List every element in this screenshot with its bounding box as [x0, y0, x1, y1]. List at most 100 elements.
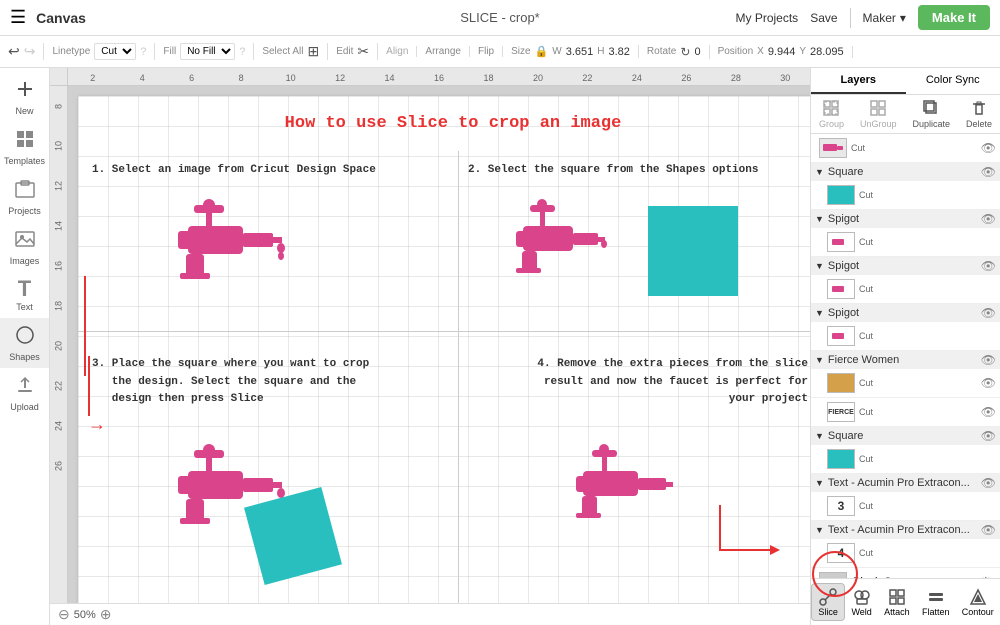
eye-icon[interactable]: 👁: [981, 476, 996, 490]
make-it-button[interactable]: Make It: [918, 5, 990, 30]
layer-thumb: [827, 279, 855, 299]
eye-icon[interactable]: 👁: [981, 523, 996, 537]
edit-button[interactable]: ✂: [357, 43, 369, 60]
attach-icon: [887, 587, 907, 607]
width-value[interactable]: 3.651: [566, 46, 594, 58]
faucet-4: [568, 436, 678, 551]
eye-icon[interactable]: 👁: [981, 376, 996, 390]
fill-info: ?: [239, 46, 245, 58]
text-icon: T: [18, 278, 31, 300]
layer-item-cut-top[interactable]: Cut 👁: [811, 134, 1000, 163]
eye-icon[interactable]: 👁: [981, 259, 996, 273]
layer-group-name: Text - Acumin Pro Extracon...: [828, 524, 981, 536]
layer-thumb: [827, 232, 855, 252]
eye-icon[interactable]: 👁: [981, 353, 996, 367]
layer-cut-label: Cut: [859, 548, 996, 558]
faucet-1: [158, 191, 288, 306]
sidebar-item-images[interactable]: Images: [0, 222, 49, 272]
contour-tool[interactable]: Contour: [956, 584, 1000, 620]
zoom-level[interactable]: 50%: [74, 609, 96, 621]
select-all-button[interactable]: ⊞: [307, 43, 319, 60]
layer-item-square2-cut[interactable]: Cut: [811, 445, 1000, 474]
layer-thumb: [827, 326, 855, 346]
layer-group-name: Fierce Women: [828, 354, 981, 366]
tab-layers[interactable]: Layers: [811, 68, 906, 94]
layer-group-spigot-2[interactable]: ▼ Spigot 👁: [811, 257, 1000, 275]
main-area: New Templates Projects Images T Text: [0, 68, 1000, 625]
layer-item-spigot1-cut[interactable]: Cut: [811, 228, 1000, 257]
layer-thumb: FIERCE: [827, 402, 855, 422]
sidebar-item-new[interactable]: New: [0, 72, 49, 122]
linetype-info: ?: [140, 46, 146, 58]
x-value[interactable]: 9.944: [768, 46, 796, 58]
bottom-tools: Slice Weld Attach Flatten Contour: [811, 578, 1000, 625]
eye-icon[interactable]: 👁: [981, 212, 996, 226]
size-group: Size 🔒 W 3.651 H 3.82: [511, 45, 639, 58]
arrange-group: Arrange: [425, 46, 470, 57]
layer-group-square-1[interactable]: ▼ Square 👁: [811, 163, 1000, 181]
panel-tabs: Layers Color Sync: [811, 68, 1000, 95]
eye-icon[interactable]: 👁: [981, 306, 996, 320]
layer-group-text-acumin-2[interactable]: ▼ Text - Acumin Pro Extracon... 👁: [811, 521, 1000, 539]
layers-list: Cut 👁 ▼ Square 👁 Cut ▼ Spigot 👁: [811, 134, 1000, 578]
sidebar-item-projects[interactable]: Projects: [0, 172, 49, 222]
slice-tool[interactable]: Slice: [811, 583, 845, 621]
canvas-scroll[interactable]: How to use Slice to crop an image 1. Sel…: [68, 86, 810, 603]
properties-toolbar: ↩ ↪ Linetype Cut ? Fill No Fill ? Select…: [0, 36, 1000, 68]
align-label: Align: [386, 46, 408, 57]
zoom-out-button[interactable]: ⊖: [58, 606, 70, 623]
layer-item-fierce-2[interactable]: FIERCE Cut 👁: [811, 398, 1000, 427]
select-all-group: Select All ⊞: [262, 43, 328, 60]
new-label: New: [15, 106, 33, 116]
images-label: Images: [10, 256, 40, 266]
redo-button[interactable]: ↪: [24, 43, 36, 60]
rotate-label: Rotate: [647, 46, 676, 57]
maker-button[interactable]: Maker ▾: [863, 11, 906, 25]
zoom-in-button[interactable]: ⊕: [100, 606, 112, 623]
eye-icon[interactable]: 👁: [981, 141, 996, 155]
layer-group-text-acumin-1[interactable]: ▼ Text - Acumin Pro Extracon... 👁: [811, 474, 1000, 492]
eye-icon[interactable]: 👁: [981, 405, 996, 419]
my-projects-button[interactable]: My Projects: [736, 11, 799, 25]
layer-item-fierce-1[interactable]: Cut 👁: [811, 369, 1000, 398]
blank-canvas-item[interactable]: Blank Canvas ⚙: [811, 568, 1000, 578]
sidebar-item-templates[interactable]: Templates: [0, 122, 49, 172]
right-panel: Layers Color Sync Group UnGroup Duplicat…: [810, 68, 1000, 625]
y-value[interactable]: 28.095: [810, 46, 844, 58]
undo-button[interactable]: ↩: [8, 43, 20, 60]
layer-item-square-cut[interactable]: Cut: [811, 181, 1000, 210]
white-canvas[interactable]: How to use Slice to crop an image 1. Sel…: [78, 96, 810, 603]
flatten-tool[interactable]: Flatten: [916, 584, 956, 620]
save-button[interactable]: Save: [810, 11, 837, 25]
eye-icon[interactable]: 👁: [981, 165, 996, 179]
layer-cut-label: Cut: [859, 501, 996, 511]
app-title: Canvas: [36, 10, 86, 26]
layer-item-spigot3-cut[interactable]: Cut: [811, 322, 1000, 351]
hamburger-icon[interactable]: ☰: [10, 7, 26, 28]
linetype-select[interactable]: Cut: [94, 43, 136, 60]
layer-group-spigot-1[interactable]: ▼ Spigot 👁: [811, 210, 1000, 228]
layer-item-text1-cut[interactable]: 3 Cut: [811, 492, 1000, 521]
rotate-value[interactable]: 0: [694, 46, 700, 58]
x-label: X: [757, 46, 764, 57]
height-value[interactable]: 3.82: [608, 46, 629, 58]
layer-group-fierce-women[interactable]: ▼ Fierce Women 👁: [811, 351, 1000, 369]
flip-label: Flip: [478, 46, 494, 57]
eye-icon[interactable]: 👁: [981, 429, 996, 443]
ungroup-button[interactable]: UnGroup: [860, 99, 897, 129]
weld-tool[interactable]: Weld: [845, 584, 877, 620]
layer-group-square-2[interactable]: ▼ Square 👁: [811, 427, 1000, 445]
layer-item-spigot2-cut[interactable]: Cut: [811, 275, 1000, 304]
group-button[interactable]: Group: [819, 99, 844, 129]
sidebar-item-text[interactable]: T Text: [0, 272, 49, 318]
sidebar-item-shapes[interactable]: Shapes: [0, 318, 49, 368]
attach-tool[interactable]: Attach: [878, 584, 916, 620]
tab-color-sync[interactable]: Color Sync: [906, 68, 1000, 94]
layer-item-text2-cut[interactable]: 4 Cut: [811, 539, 1000, 568]
delete-button[interactable]: Delete: [966, 99, 992, 129]
duplicate-button[interactable]: Duplicate: [912, 99, 950, 129]
canvas-wrapper: 2 4 6 8 10 12 14 16 18 20 22 24 26 28 30…: [50, 68, 810, 625]
sidebar-item-upload[interactable]: Upload: [0, 368, 49, 418]
fill-select[interactable]: No Fill: [180, 43, 235, 60]
layer-group-spigot-3[interactable]: ▼ Spigot 👁: [811, 304, 1000, 322]
